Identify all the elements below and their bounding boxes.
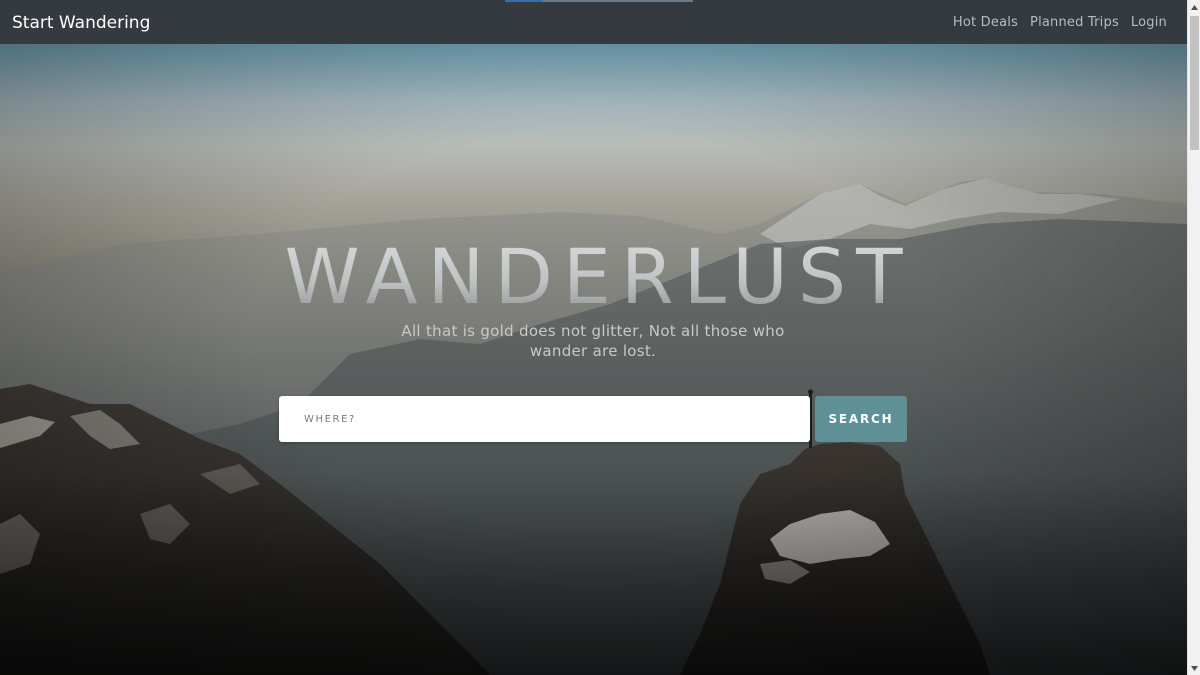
search-button[interactable]: SEARCH	[815, 396, 907, 442]
search-input[interactable]	[279, 396, 810, 442]
hero-section: WANDERLUST All that is gold does not gli…	[0, 44, 1187, 675]
nav-links: Hot Deals Planned Trips Login	[953, 14, 1167, 32]
hero-headline: WANDERLUST	[0, 234, 1187, 320]
nav-link-login[interactable]: Login	[1131, 14, 1167, 32]
vertical-scrollbar[interactable]	[1187, 0, 1200, 675]
scrollbar-thumb[interactable]	[1190, 16, 1199, 150]
scroll-up-arrow-icon[interactable]	[1188, 0, 1200, 14]
brand-link[interactable]: Start Wandering	[12, 12, 150, 34]
page: WANDERLUST All that is gold does not gli…	[0, 0, 1200, 675]
navbar: Start Wandering Hot Deals Planned Trips …	[0, 0, 1187, 44]
hero-tagline: All that is gold does not glitter, Not a…	[401, 322, 785, 360]
page-load-indicator-accent	[505, 0, 543, 2]
scroll-down-arrow-icon[interactable]	[1188, 661, 1200, 675]
nav-link-planned-trips[interactable]: Planned Trips	[1030, 14, 1119, 32]
page-load-indicator	[505, 0, 693, 2]
nav-link-hot-deals[interactable]: Hot Deals	[953, 14, 1018, 32]
